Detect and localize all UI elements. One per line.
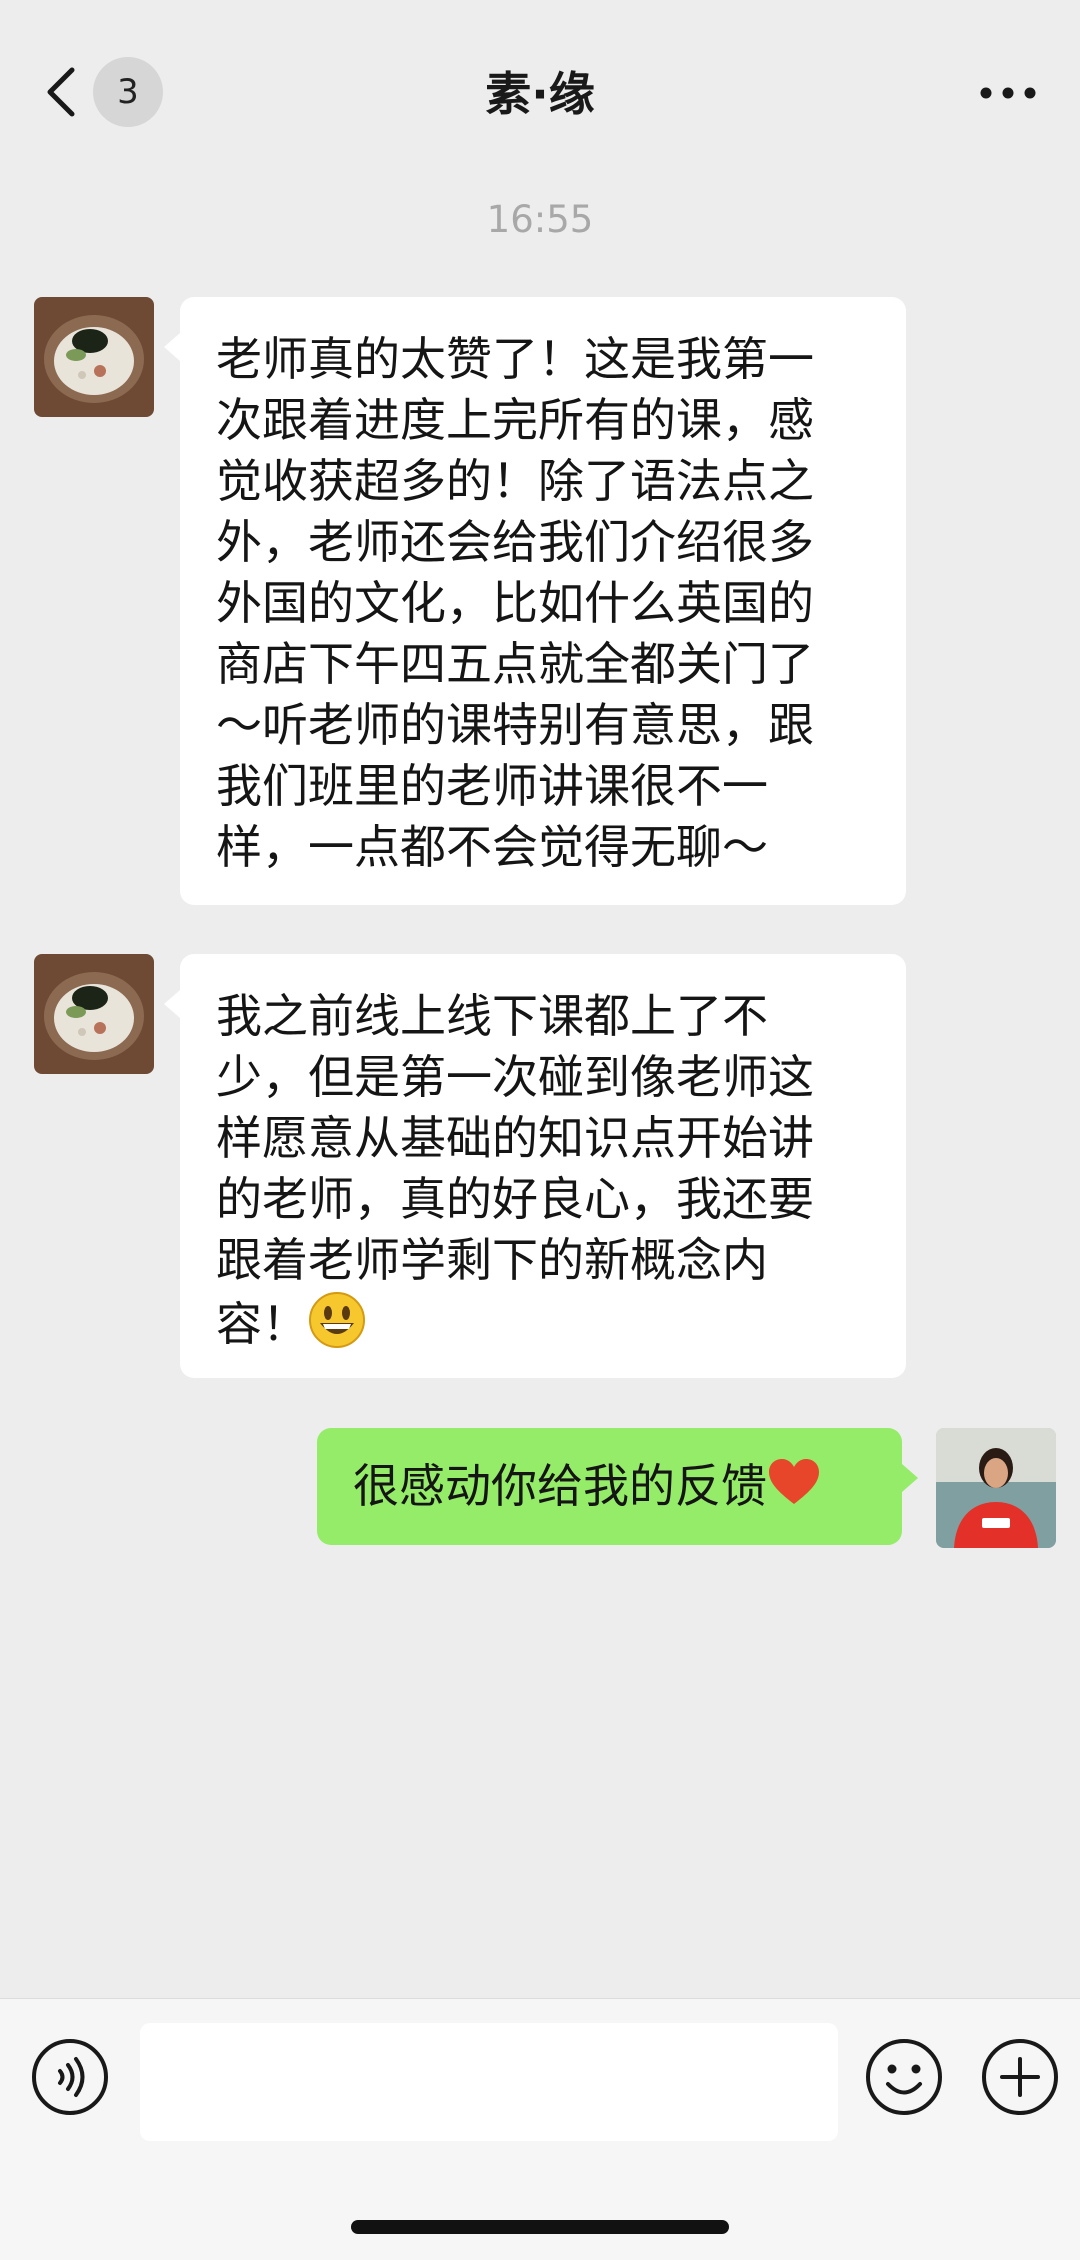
user-avatar[interactable] — [936, 1428, 1056, 1548]
more-functions-button[interactable] — [980, 2037, 1060, 2117]
incoming-message-bubble[interactable]: 老师真的太赞了！这是我第一 次跟着进度上完所有的课，感 觉收获超多的！除了语法点… — [164, 297, 906, 905]
chat-header: 3 素·缘 — [0, 0, 1080, 180]
bubble-tail — [164, 990, 180, 1018]
bubble-tail — [902, 1464, 918, 1492]
message-timestamp: 16:55 — [486, 198, 594, 241]
contact-avatar[interactable] — [34, 297, 154, 417]
voice-button[interactable] — [30, 2037, 110, 2117]
red-heart-emoji-icon — [767, 1457, 821, 1522]
unread-count-badge[interactable]: 3 — [93, 57, 163, 127]
plus-circle-icon — [982, 2039, 1058, 2115]
emoji-button[interactable] — [864, 2037, 944, 2117]
more-horizontal-icon — [980, 87, 1036, 99]
chevron-left-icon — [47, 67, 75, 117]
message-text-content: 我之前线上线下课都上了不 少，但是第一次碰到像老师这 样愿意从基础的知识点开始讲… — [216, 989, 814, 1351]
more-button[interactable] — [978, 78, 1038, 108]
home-indicator[interactable] — [351, 2220, 729, 2234]
teacher-avatar — [936, 1428, 1056, 1548]
voice-icon — [32, 2039, 108, 2115]
bubble-tail — [164, 333, 180, 361]
incoming-message-bubble[interactable]: 我之前线上线下课都上了不 少，但是第一次碰到像老师这 样愿意从基础的知识点开始讲… — [164, 954, 906, 1378]
message-input[interactable] — [140, 2023, 838, 2141]
message-text: 很感动你给我的反馈 — [353, 1456, 882, 1522]
food-bowl-avatar — [34, 954, 154, 1074]
chat-title: 素·缘 — [485, 67, 595, 121]
outgoing-message-bubble[interactable]: 很感动你给我的反馈 — [317, 1428, 918, 1545]
food-bowl-avatar — [34, 297, 154, 417]
back-button[interactable] — [40, 58, 90, 126]
emoji-icon — [866, 2039, 942, 2115]
message-text: 老师真的太赞了！这是我第一 次跟着进度上完所有的课，感 觉收获超多的！除了语法点… — [216, 332, 814, 874]
message-text: 我之前线上线下课都上了不 少，但是第一次碰到像老师这 样愿意从基础的知识点开始讲… — [216, 986, 886, 1364]
smiley-emoji-icon — [308, 1291, 366, 1364]
contact-avatar[interactable] — [34, 954, 154, 1074]
message-text-content: 很感动你给我的反馈 — [353, 1459, 767, 1513]
